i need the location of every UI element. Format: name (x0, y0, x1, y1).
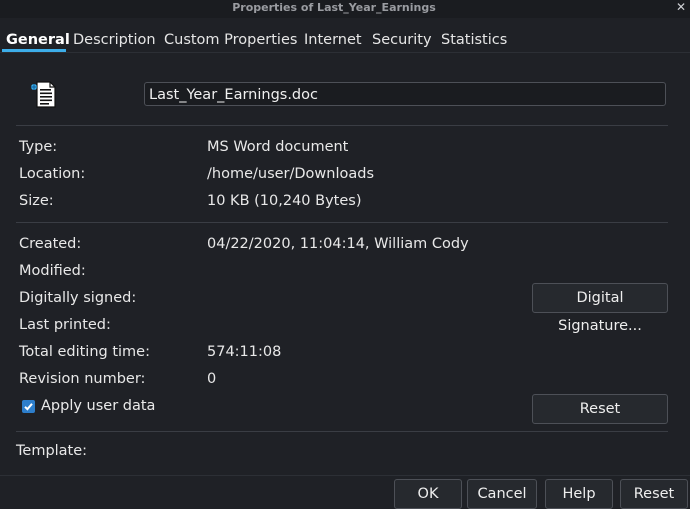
tab-internet[interactable]: Internet (304, 32, 362, 48)
tab-bar: General Description Custom Properties In… (0, 28, 690, 54)
type-value: MS Word document (207, 139, 349, 155)
last-printed-label: Last printed: (19, 317, 111, 333)
editing-time-label: Total editing time: (19, 344, 150, 360)
apply-user-data-checkbox[interactable] (22, 400, 35, 413)
filename-field[interactable]: Last_Year_Earnings.doc (144, 82, 666, 106)
cancel-button[interactable]: Cancel (467, 479, 537, 509)
tab-description[interactable]: Description (73, 32, 156, 48)
tab-general[interactable]: General (6, 32, 70, 48)
divider (16, 431, 668, 432)
size-value: 10 KB (10,240 Bytes) (207, 193, 362, 209)
tab-custom-properties[interactable]: Custom Properties (164, 32, 297, 48)
title-bar: Properties of Last_Year_Earnings ✕ (0, 0, 690, 18)
created-value: 04/22/2020, 11:04:14, William Cody (207, 236, 469, 252)
location-label: Location: (19, 166, 86, 182)
size-label: Size: (19, 193, 54, 209)
digital-signature-button[interactable]: Digital Signature... (532, 283, 668, 334)
tab-statistics[interactable]: Statistics (441, 32, 507, 48)
window-title: Properties of Last_Year_Earnings (232, 1, 436, 14)
apply-user-data-label[interactable]: Apply user data (41, 398, 155, 414)
divider (16, 222, 668, 223)
footer-divider (0, 475, 690, 476)
checkmark-icon (24, 403, 33, 411)
reset-user-data-button[interactable]: Reset (532, 394, 668, 424)
revision-number-value: 0 (207, 371, 217, 387)
tab-divider (0, 52, 690, 53)
close-icon[interactable]: ✕ (676, 0, 686, 14)
modified-label: Modified: (19, 263, 86, 279)
ok-button[interactable]: OK (394, 479, 462, 509)
divider (16, 125, 668, 126)
revision-number-label: Revision number: (19, 371, 146, 387)
tab-security[interactable]: Security (372, 32, 432, 48)
document-icon (31, 81, 56, 108)
reset-button[interactable]: Reset (620, 479, 688, 509)
location-value: /home/user/Downloads (207, 166, 375, 182)
created-label: Created: (19, 236, 82, 252)
type-label: Type: (19, 139, 58, 155)
template-label: Template: (16, 443, 88, 459)
help-button[interactable]: Help (545, 479, 613, 509)
digitally-signed-label: Digitally signed: (19, 290, 137, 306)
editing-time-value: 574:11:08 (207, 344, 282, 360)
